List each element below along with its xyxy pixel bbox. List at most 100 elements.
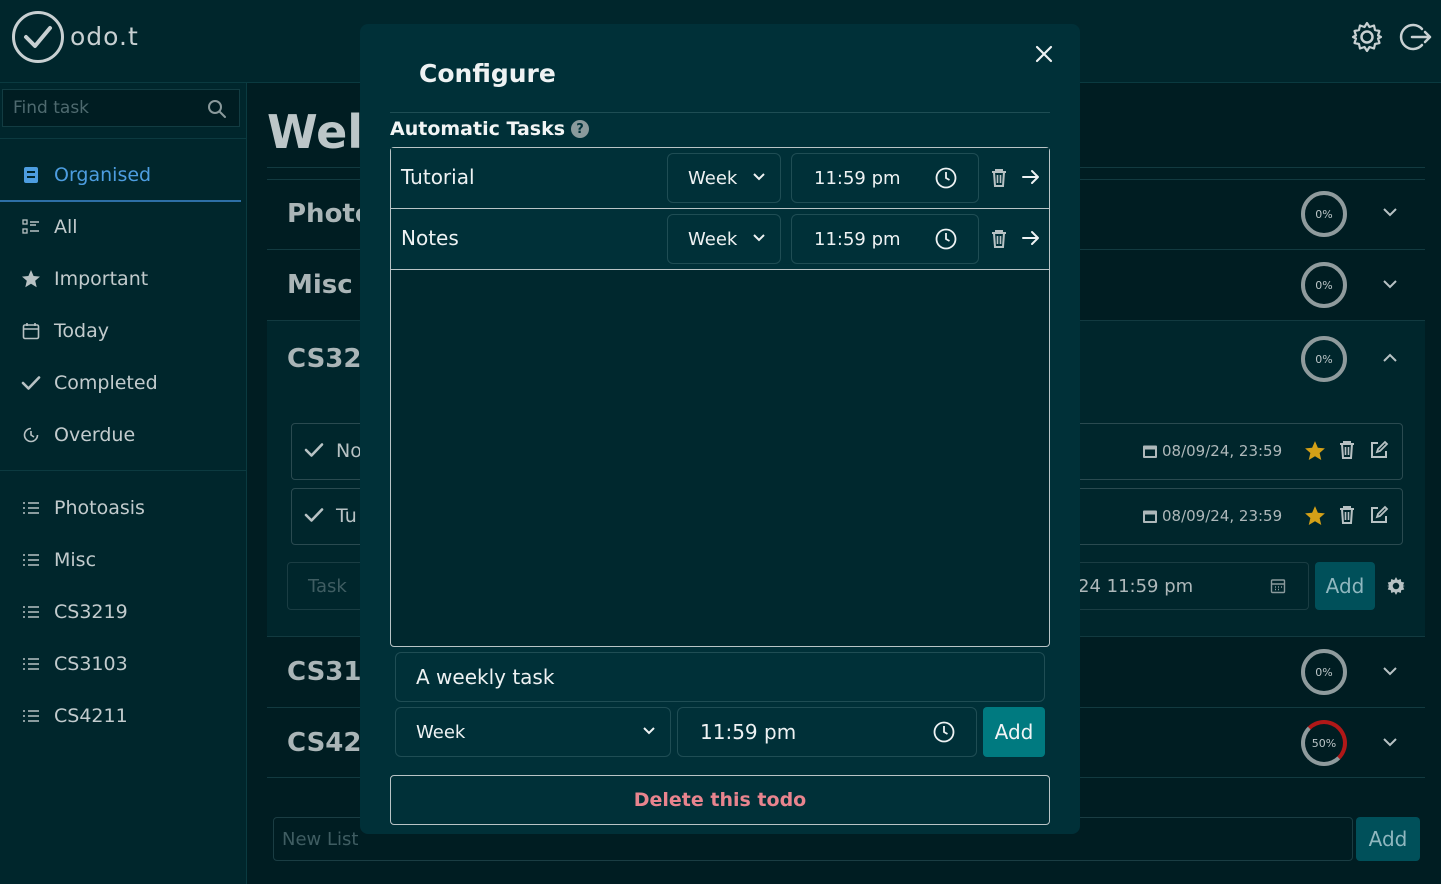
close-icon[interactable] bbox=[1032, 42, 1056, 66]
chevron-down-icon bbox=[753, 234, 765, 242]
chevron-down-icon[interactable] bbox=[1382, 207, 1398, 217]
chevron-down-icon[interactable] bbox=[1382, 737, 1398, 747]
settings-gear-icon[interactable] bbox=[1350, 20, 1384, 54]
arrow-right-icon[interactable] bbox=[1021, 168, 1041, 186]
star-icon[interactable] bbox=[1304, 440, 1326, 462]
add-list-button[interactable]: Add bbox=[1356, 817, 1420, 861]
clock-icon[interactable] bbox=[932, 720, 956, 744]
deadline-input[interactable]: 24 11:59 pm bbox=[1047, 562, 1309, 610]
sidebar-divider bbox=[0, 470, 246, 471]
progress-ring: 0% bbox=[1301, 649, 1347, 695]
arrow-right-icon[interactable] bbox=[1021, 229, 1041, 247]
task-date: 08/09/24, 23:59 bbox=[1162, 442, 1283, 460]
nav-label: Important bbox=[54, 268, 149, 290]
frequency-value: Week bbox=[416, 721, 466, 743]
auto-task-row: Tutorial Week 11:59 pm bbox=[391, 148, 1049, 209]
search-icon[interactable] bbox=[207, 99, 227, 123]
nav-overdue[interactable]: Overdue bbox=[0, 410, 241, 460]
time-input[interactable]: 11:59 pm bbox=[791, 153, 979, 203]
time-input[interactable]: 11:59 pm bbox=[791, 214, 979, 264]
list-label: CS3219 bbox=[54, 601, 128, 623]
modal-title: Configure bbox=[419, 59, 556, 88]
chevron-down-icon[interactable] bbox=[1382, 666, 1398, 676]
logo-check-icon bbox=[12, 11, 64, 63]
calendar-icon[interactable] bbox=[1270, 578, 1286, 594]
trash-icon[interactable] bbox=[1339, 505, 1355, 525]
sidebar-divider bbox=[0, 138, 246, 139]
trash-icon[interactable] bbox=[991, 229, 1007, 249]
list-cs3219[interactable]: CS3219 bbox=[0, 587, 241, 637]
nav-label: Today bbox=[54, 320, 109, 342]
add-auto-task-button[interactable]: Add bbox=[983, 707, 1045, 757]
list-label: Misc bbox=[54, 549, 97, 571]
check-icon[interactable] bbox=[304, 442, 324, 458]
chevron-down-icon bbox=[643, 727, 655, 735]
list-label: CS3103 bbox=[54, 653, 128, 675]
list-icon bbox=[20, 605, 42, 619]
calendar-icon bbox=[1143, 445, 1157, 458]
search-input[interactable] bbox=[3, 90, 213, 126]
clock-icon[interactable] bbox=[934, 166, 958, 190]
frequency-value: Week bbox=[688, 167, 738, 189]
search-box bbox=[2, 89, 240, 127]
list-cs3103[interactable]: CS3103 bbox=[0, 639, 241, 689]
frequency-select[interactable]: Week bbox=[667, 214, 781, 264]
nav-completed[interactable]: Completed bbox=[0, 358, 241, 408]
sidebar: Organised All Important Today Completed … bbox=[0, 83, 247, 884]
edit-icon[interactable] bbox=[1369, 440, 1389, 460]
new-time-input[interactable]: 11:59 pm bbox=[677, 707, 977, 757]
list-all-icon bbox=[20, 219, 42, 235]
nav-organised[interactable]: Organised bbox=[0, 150, 241, 202]
trash-icon[interactable] bbox=[991, 168, 1007, 188]
group-title[interactable]: Misc bbox=[287, 270, 353, 300]
edit-icon[interactable] bbox=[1369, 505, 1389, 525]
new-auto-task-input[interactable]: A weekly task bbox=[395, 652, 1045, 702]
clock-icon[interactable] bbox=[934, 227, 958, 251]
list-icon bbox=[20, 553, 42, 567]
list-icon bbox=[20, 657, 42, 671]
new-task-value: A weekly task bbox=[416, 665, 555, 689]
auto-task-name: Notes bbox=[401, 226, 459, 250]
star-icon bbox=[20, 269, 42, 289]
nav-today[interactable]: Today bbox=[0, 306, 241, 356]
nav-all[interactable]: All bbox=[0, 202, 241, 252]
nav-label: Completed bbox=[54, 372, 158, 394]
organised-icon bbox=[20, 166, 42, 184]
task-title: Tu bbox=[336, 505, 357, 527]
frequency-value: Week bbox=[688, 228, 738, 250]
auto-task-name: Tutorial bbox=[401, 165, 475, 189]
nav-label: Organised bbox=[54, 164, 152, 186]
check-icon[interactable] bbox=[304, 507, 324, 523]
overdue-icon bbox=[20, 426, 42, 444]
settings-gear-icon[interactable] bbox=[1386, 576, 1406, 596]
time-value: 11:59 pm bbox=[700, 720, 797, 744]
list-icon bbox=[20, 501, 42, 515]
add-task-button[interactable]: Add bbox=[1315, 562, 1375, 610]
modal-divider bbox=[390, 112, 1050, 113]
section-label: Automatic Tasks bbox=[390, 118, 566, 140]
check-icon bbox=[20, 375, 42, 391]
task-date: 08/09/24, 23:59 bbox=[1162, 507, 1283, 525]
list-misc[interactable]: Misc bbox=[0, 535, 241, 585]
logout-icon[interactable] bbox=[1398, 20, 1432, 54]
star-icon[interactable] bbox=[1304, 505, 1326, 527]
new-frequency-select[interactable]: Week bbox=[395, 707, 671, 757]
configure-modal: Configure Automatic Tasks ? Tutorial Wee… bbox=[360, 24, 1080, 834]
task-title: No bbox=[336, 440, 362, 462]
list-photoasis[interactable]: Photoasis bbox=[0, 483, 241, 533]
chevron-down-icon[interactable] bbox=[1382, 279, 1398, 289]
help-icon[interactable]: ? bbox=[571, 120, 590, 138]
trash-icon[interactable] bbox=[1339, 440, 1355, 460]
list-cs4211[interactable]: CS4211 bbox=[0, 691, 241, 741]
auto-task-row: Notes Week 11:59 pm bbox=[391, 209, 1049, 270]
chevron-down-icon bbox=[753, 173, 765, 181]
delete-todo-button[interactable]: Delete this todo bbox=[390, 775, 1050, 825]
automatic-tasks-label: Automatic Tasks ? bbox=[390, 118, 590, 140]
progress-ring: 0% bbox=[1301, 336, 1347, 382]
time-value: 11:59 pm bbox=[814, 228, 901, 250]
list-label: CS4211 bbox=[54, 705, 128, 727]
frequency-select[interactable]: Week bbox=[667, 153, 781, 203]
deadline-value: 24 11:59 pm bbox=[1078, 575, 1194, 597]
chevron-up-icon[interactable] bbox=[1382, 353, 1398, 363]
nav-important[interactable]: Important bbox=[0, 254, 241, 304]
